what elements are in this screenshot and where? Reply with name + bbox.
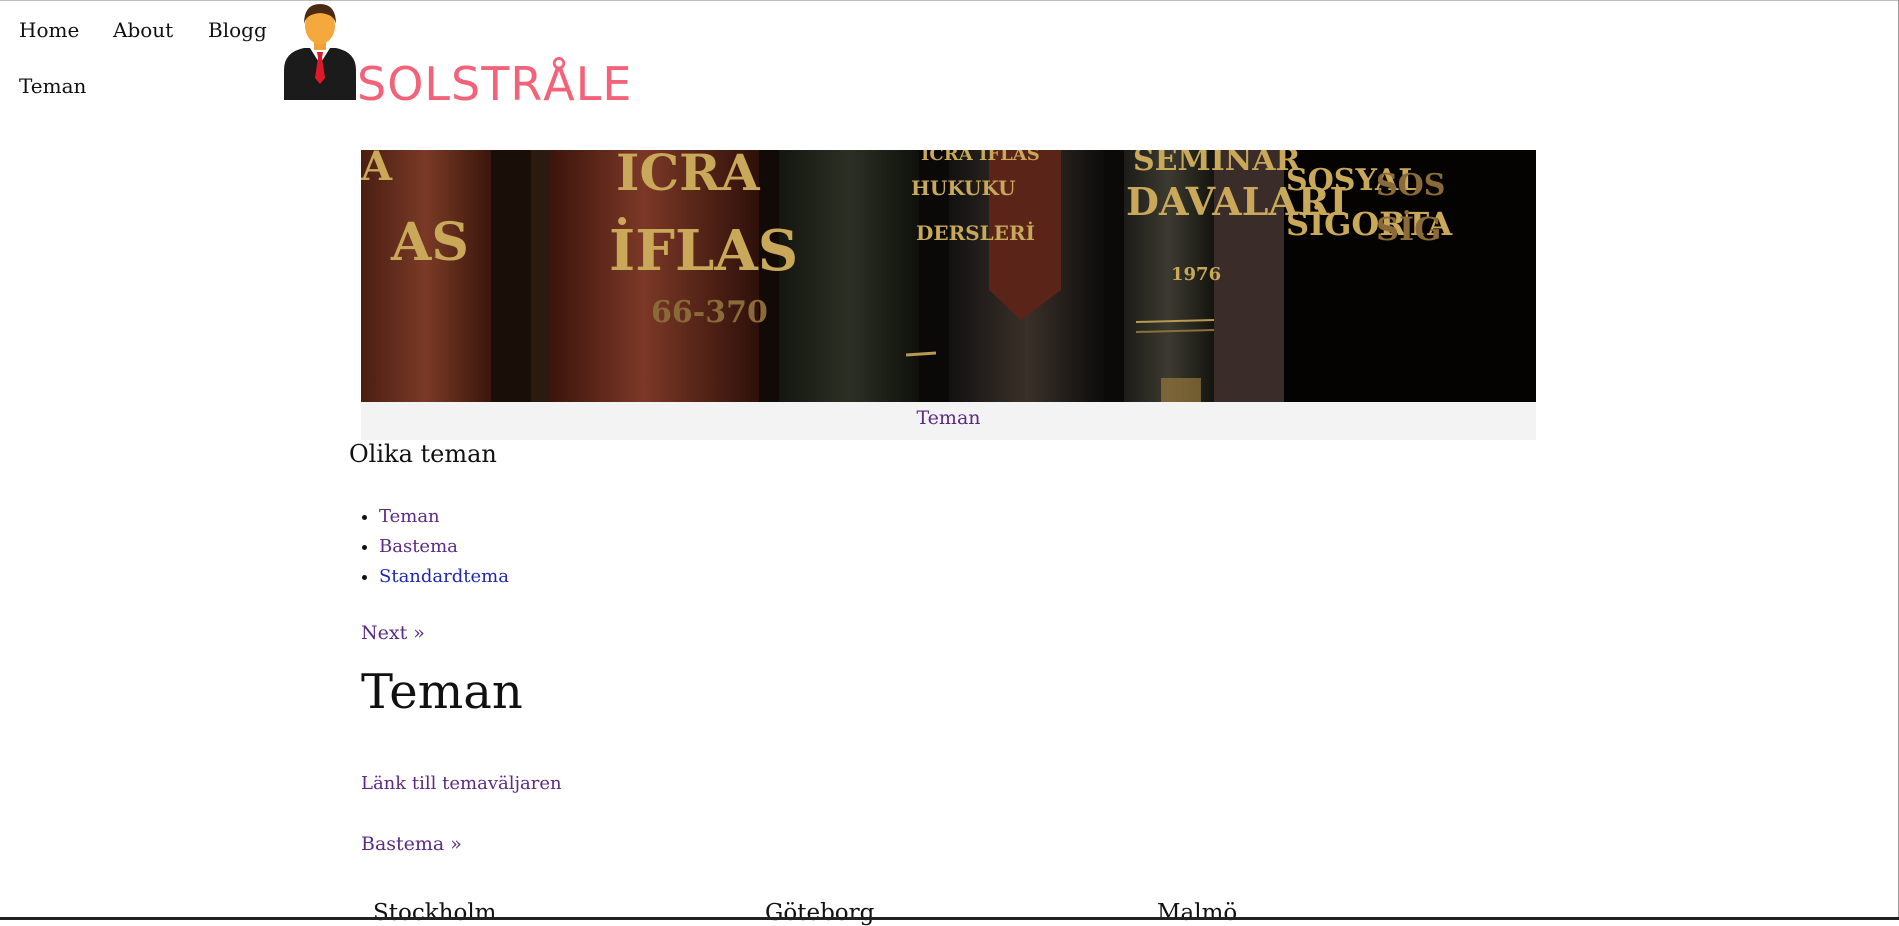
section-title: Olika teman xyxy=(349,440,497,468)
nav-home-link[interactable]: Home xyxy=(19,18,79,42)
theme-link-teman[interactable]: Teman xyxy=(379,506,440,527)
book-spines-illustration: A AS ICRA İFLAS 66-370 ICRA İFLAS HUKUKU… xyxy=(361,150,1536,402)
footer-city-stockholm: Stockholm xyxy=(373,900,497,926)
theme-link-standardtema[interactable]: Standardtema xyxy=(379,566,509,587)
hero-banner-image: A AS ICRA İFLAS 66-370 ICRA İFLAS HUKUKU… xyxy=(361,150,1536,402)
brand-wordmark: SOLSTRÅLE xyxy=(357,57,633,111)
svg-text:AS: AS xyxy=(390,212,469,273)
bastema-next-link[interactable]: Bastema » xyxy=(361,833,462,855)
nav-teman-link[interactable]: Teman xyxy=(19,74,86,98)
next-page-link[interactable]: Next » xyxy=(361,622,425,644)
svg-text:A: A xyxy=(361,150,393,190)
page-title: Teman xyxy=(361,664,523,720)
list-item: Standardtema xyxy=(379,562,509,592)
hero-caption-link[interactable]: Teman xyxy=(916,407,980,429)
svg-text:66-370: 66-370 xyxy=(651,295,768,330)
svg-text:SOS: SOS xyxy=(1376,168,1445,203)
hero-caption: Teman xyxy=(361,402,1536,440)
theme-list: Teman Bastema Standardtema xyxy=(361,502,509,592)
businessman-icon xyxy=(284,4,356,100)
svg-text:HUKUKU: HUKUKU xyxy=(911,176,1016,200)
svg-text:İFLAS: İFLAS xyxy=(609,217,798,284)
nav-about-link[interactable]: About xyxy=(113,18,173,42)
nav-blogg-link[interactable]: Blogg xyxy=(208,18,267,42)
footer-city-goteborg: Göteborg xyxy=(765,900,875,926)
svg-text:SEMİNAR: SEMİNAR xyxy=(1133,150,1301,178)
svg-text:DERSLERİ: DERSLERİ xyxy=(916,221,1035,245)
svg-text:1976: 1976 xyxy=(1171,264,1221,285)
svg-text:SİG: SİG xyxy=(1376,210,1441,248)
list-item: Bastema xyxy=(379,532,509,562)
list-item: Teman xyxy=(379,502,509,532)
theme-link-bastema[interactable]: Bastema xyxy=(379,536,458,557)
footer-city-malmo: Malmö xyxy=(1157,900,1238,926)
theme-picker-link[interactable]: Länk till temaväljaren xyxy=(361,773,562,794)
svg-text:ICRA İFLAS: ICRA İFLAS xyxy=(921,150,1040,165)
svg-text:ICRA: ICRA xyxy=(616,150,761,202)
